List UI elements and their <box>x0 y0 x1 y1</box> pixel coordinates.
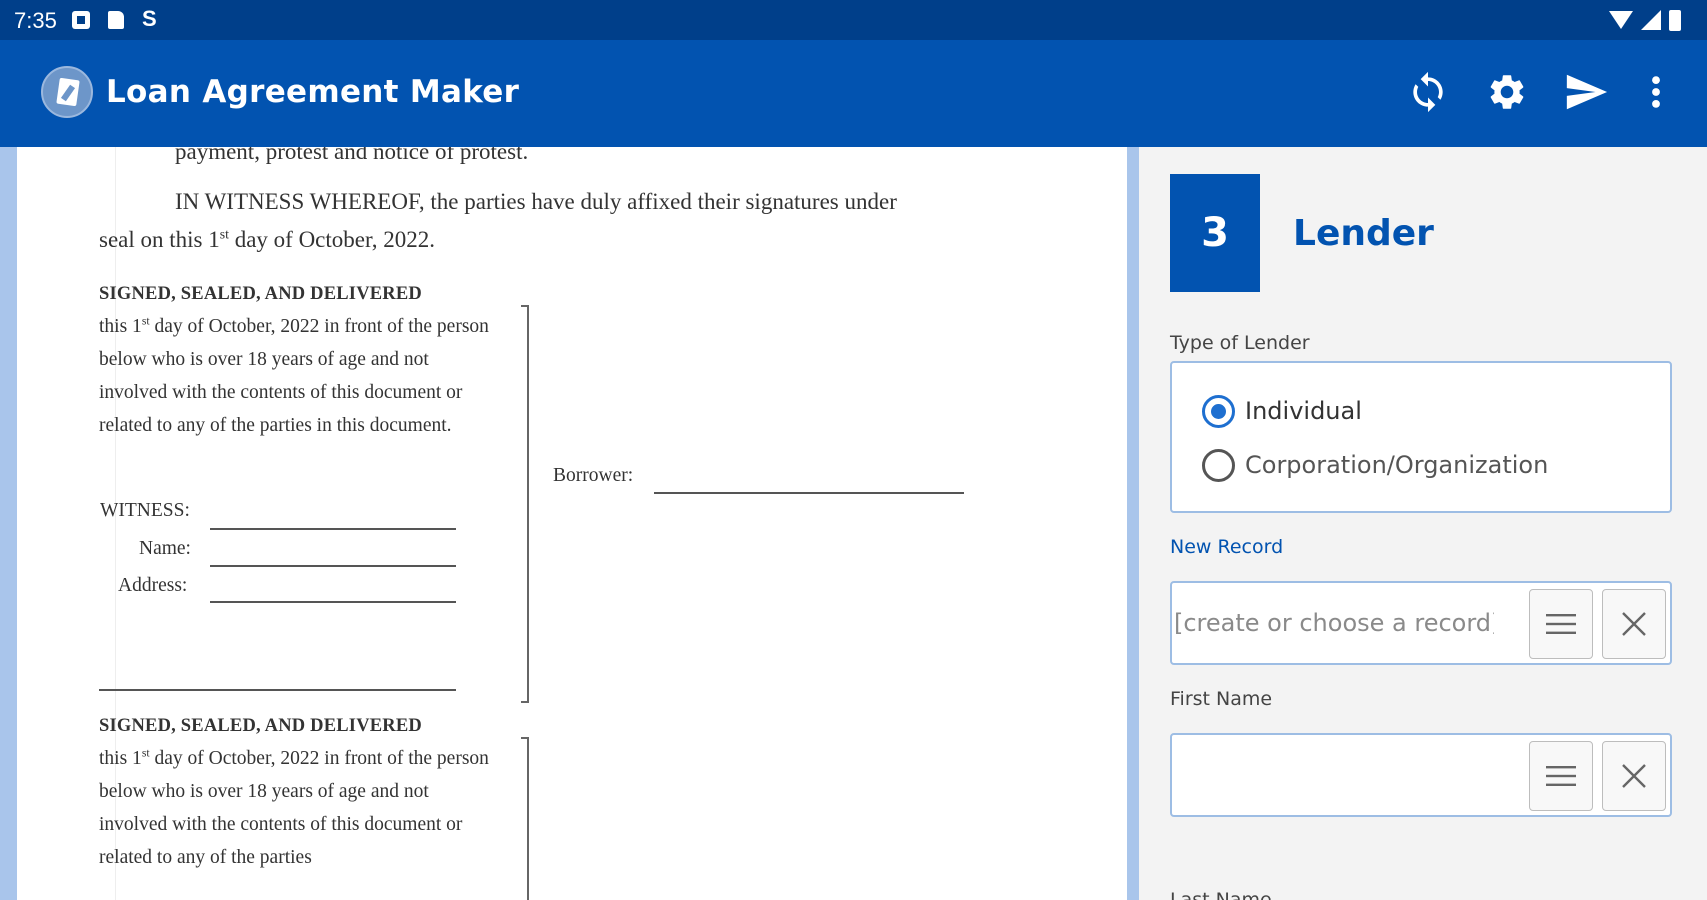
radio-corporation[interactable]: Corporation/Organization <box>1202 447 1548 483</box>
witness-paragraph-line1: IN WITNESS WHEREOF, the parties have dul… <box>175 189 897 214</box>
signal-icon <box>1641 10 1661 30</box>
witness-label: WITNESS: <box>100 500 190 521</box>
signature-bracket-1 <box>521 305 529 703</box>
menu-icon <box>1546 614 1576 634</box>
app-bar: Loan Agreement Maker <box>0 40 1707 147</box>
sync-icon <box>1413 71 1443 113</box>
first-name-input[interactable] <box>1174 737 1494 813</box>
close-icon <box>1622 764 1646 788</box>
first-name-field <box>1170 733 1672 817</box>
step-number: 3 <box>1170 174 1260 292</box>
menu-icon <box>1546 766 1576 786</box>
radio-individual-control[interactable] <box>1202 394 1235 428</box>
send-icon <box>1566 74 1608 110</box>
pane-splitter[interactable] <box>1127 147 1139 900</box>
more-options-button[interactable] <box>1630 66 1682 118</box>
name-label: Name: <box>139 538 191 559</box>
status-bar: 7:35 S <box>0 0 1707 40</box>
step-title: Lender <box>1293 213 1434 254</box>
last-name-label: Last Name <box>1170 889 1272 900</box>
witness-paragraph-line2: seal on this 1st day of October, 2022. <box>99 226 435 252</box>
address-line <box>210 601 456 603</box>
signed-body-1: this 1st day of October, 2022 in front o… <box>99 314 489 436</box>
witness-signature-line <box>210 528 456 530</box>
notification-icon <box>72 11 90 29</box>
radio-corporation-label: Corporation/Organization <box>1245 451 1549 479</box>
signed-heading-2: SIGNED, SEALED, AND DELIVERED <box>99 716 422 736</box>
s-app-icon: S <box>142 6 157 31</box>
battery-icon <box>1669 9 1681 31</box>
sd-card-icon <box>108 11 124 29</box>
new-record-list-button[interactable] <box>1529 589 1593 659</box>
settings-icon <box>1490 75 1524 109</box>
new-record-label: New Record <box>1170 536 1284 558</box>
document-preview[interactable]: payment, protest and notice of protest. … <box>0 147 1127 900</box>
signed-body-2: this 1st day of October, 2022 in front o… <box>99 746 489 868</box>
send-button[interactable] <box>1560 66 1612 118</box>
radio-individual-label: Individual <box>1245 397 1362 425</box>
witness-bottom-line <box>99 689 456 691</box>
lender-type-radio-group: Individual Corporation/Organization <box>1170 361 1672 513</box>
name-line <box>210 565 456 567</box>
settings-button[interactable] <box>1481 66 1533 118</box>
borrower-label: Borrower: <box>553 465 634 486</box>
radio-individual[interactable]: Individual <box>1202 393 1362 429</box>
close-icon <box>1622 612 1646 636</box>
signature-bracket-2 <box>521 737 529 900</box>
more-vert-icon <box>1652 76 1660 108</box>
new-record-clear-button[interactable] <box>1602 589 1666 659</box>
document-left-margin <box>0 147 17 900</box>
radio-corporation-control[interactable] <box>1202 448 1235 482</box>
signed-heading-1: SIGNED, SEALED, AND DELIVERED <box>99 284 422 304</box>
first-name-list-button[interactable] <box>1529 741 1593 811</box>
app-logo-icon <box>41 66 93 118</box>
app-title: Loan Agreement Maker <box>106 74 520 110</box>
sync-button[interactable] <box>1402 66 1454 118</box>
new-record-input[interactable] <box>1174 585 1494 661</box>
document-page: payment, protest and notice of protest. … <box>17 147 1045 900</box>
status-time: 7:35 <box>14 8 57 33</box>
first-name-clear-button[interactable] <box>1602 741 1666 811</box>
borrower-signature-line <box>654 492 964 494</box>
address-label: Address: <box>118 575 188 596</box>
wifi-icon <box>1609 11 1633 29</box>
new-record-field <box>1170 581 1672 665</box>
type-of-lender-label: Type of Lender <box>1170 332 1310 354</box>
form-panel: 3 Lender Type of Lender Individual Corpo… <box>1139 147 1707 900</box>
document-cut-line: payment, protest and notice of protest. <box>175 147 529 164</box>
status-indicators <box>1609 9 1681 31</box>
first-name-label: First Name <box>1170 688 1273 710</box>
